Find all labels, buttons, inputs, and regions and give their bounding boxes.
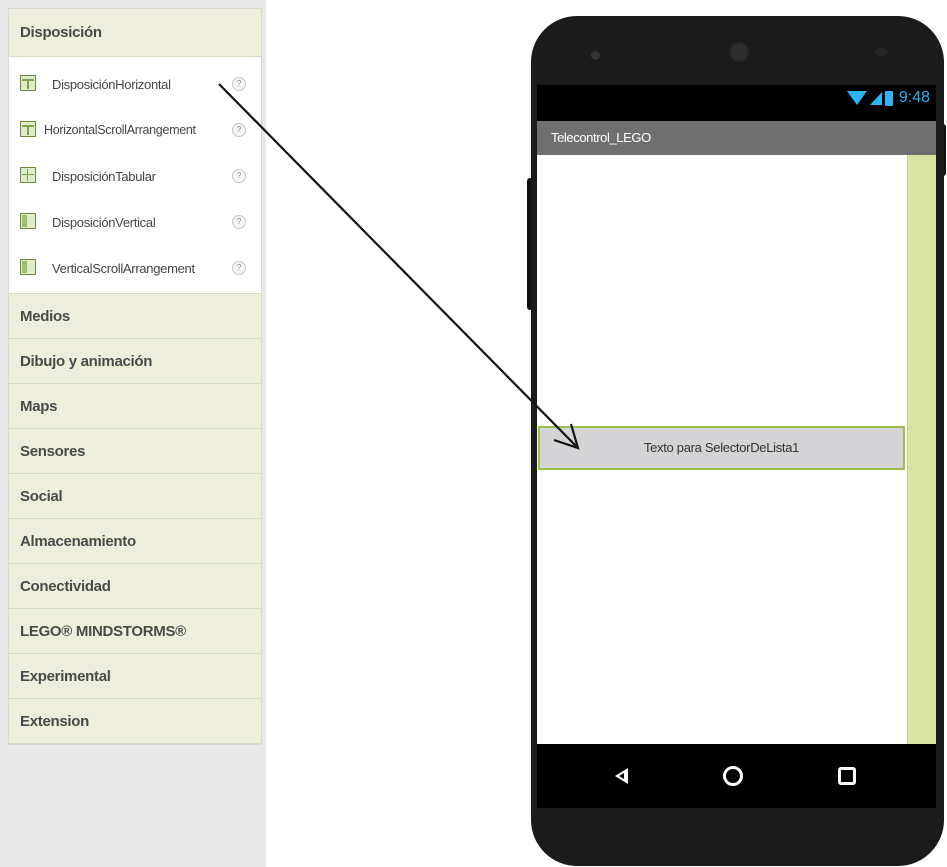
phone-sensor xyxy=(875,48,887,56)
battery-icon xyxy=(884,90,893,106)
wifi-icon xyxy=(846,91,867,105)
category-medios[interactable]: Medios xyxy=(9,294,261,339)
category-experimental[interactable]: Experimental xyxy=(9,654,261,699)
help-icon[interactable]: ? xyxy=(232,169,246,183)
list-picker-button[interactable]: Texto para SelectorDeLista1 xyxy=(538,426,905,470)
category-sensores[interactable]: Sensores xyxy=(9,429,261,474)
vertical-scroll-arrangement-icon xyxy=(20,259,36,275)
category-conectividad[interactable]: Conectividad xyxy=(9,564,261,609)
help-icon[interactable]: ? xyxy=(232,77,246,91)
help-icon[interactable]: ? xyxy=(232,261,246,275)
component-vertical-scroll-arrangement[interactable]: VerticalScrollArrangement ? xyxy=(9,245,261,291)
navigation-bar xyxy=(537,744,936,808)
back-icon[interactable] xyxy=(610,764,634,788)
component-label: DisposiciónHorizontal xyxy=(52,76,171,92)
palette-list: Disposición DisposiciónHorizontal ? Hori… xyxy=(8,8,262,745)
recent-apps-icon[interactable] xyxy=(838,767,856,785)
horizontal-scroll-arrangement-icon xyxy=(20,121,36,137)
component-label: HorizontalScrollArrangement xyxy=(44,123,196,137)
screen-scroll-gutter xyxy=(907,155,936,744)
app-title-bar: Telecontrol_LEGO xyxy=(537,121,936,155)
category-social[interactable]: Social xyxy=(9,474,261,519)
signal-icon xyxy=(869,91,882,105)
category-almacenamiento[interactable]: Almacenamiento xyxy=(9,519,261,564)
arrow-line xyxy=(218,83,577,447)
component-list: DisposiciónHorizontal ? HorizontalScroll… xyxy=(9,57,261,294)
status-time: 9:48 xyxy=(898,89,930,106)
component-disposicion-tabular[interactable]: DisposiciónTabular ? xyxy=(9,153,261,199)
component-disposicion-vertical[interactable]: DisposiciónVertical ? xyxy=(9,199,261,245)
phone-earpiece xyxy=(591,51,600,60)
component-disposicion-horizontal[interactable]: DisposiciónHorizontal ? xyxy=(9,61,261,107)
home-icon[interactable] xyxy=(723,766,743,786)
component-horizontal-scroll-arrangement[interactable]: HorizontalScrollArrangement ? xyxy=(9,107,261,153)
help-icon[interactable]: ? xyxy=(232,215,246,229)
category-lego-mindstorms[interactable]: LEGO® MINDSTORMS® xyxy=(9,609,261,654)
category-dibujo-animacion[interactable]: Dibujo y animación xyxy=(9,339,261,384)
help-icon[interactable]: ? xyxy=(232,123,246,137)
category-extension[interactable]: Extension xyxy=(9,699,261,744)
status-bar: 9:48 xyxy=(537,85,936,121)
horizontal-arrangement-icon xyxy=(20,75,36,91)
palette-panel: Disposición DisposiciónHorizontal ? Hori… xyxy=(0,0,266,867)
component-label: DisposiciónVertical xyxy=(52,214,156,230)
table-arrangement-icon xyxy=(20,167,36,183)
component-label: VerticalScrollArrangement xyxy=(52,260,195,276)
category-maps[interactable]: Maps xyxy=(9,384,261,429)
vertical-arrangement-icon xyxy=(20,213,36,229)
category-disposicion[interactable]: Disposición xyxy=(9,9,261,57)
component-label: DisposiciónTabular xyxy=(52,168,156,184)
camera-icon xyxy=(729,42,749,62)
app-title: Telecontrol_LEGO xyxy=(551,130,651,145)
